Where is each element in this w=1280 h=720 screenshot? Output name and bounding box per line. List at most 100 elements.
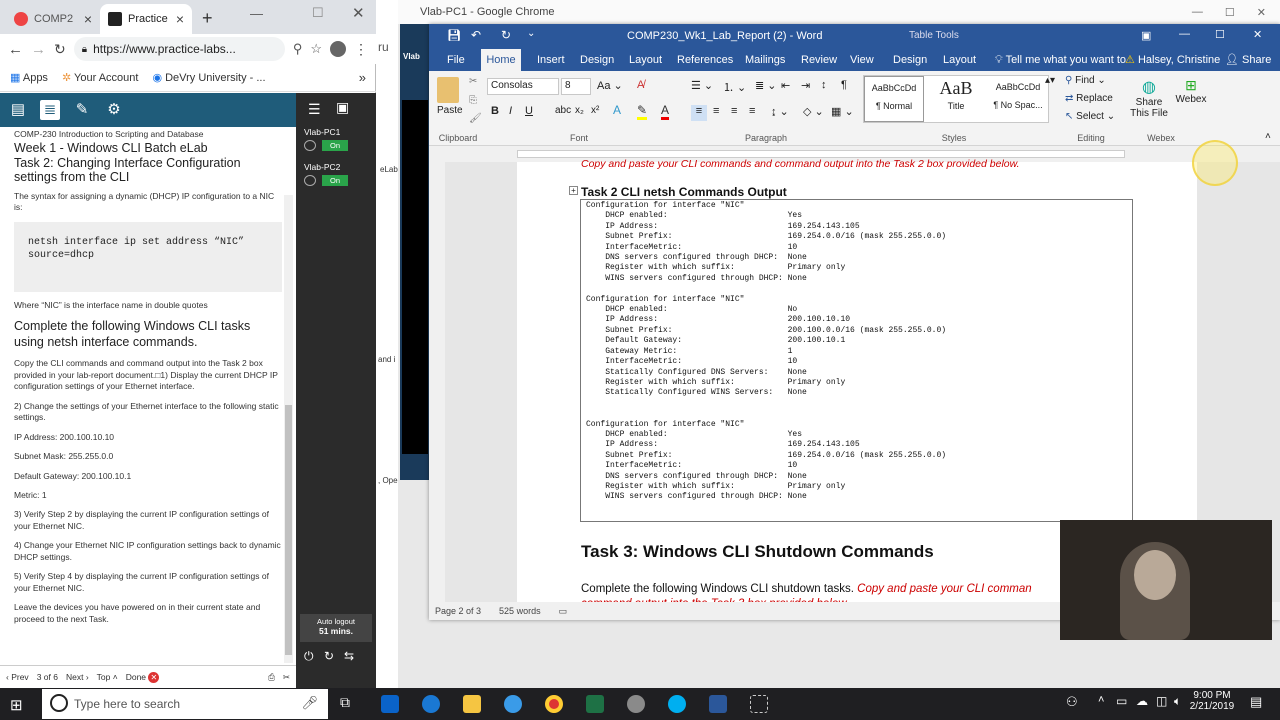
bookmark-your-account[interactable]: ✲ Your Account xyxy=(62,71,139,84)
align-center-icon[interactable]: ≡ xyxy=(713,105,719,117)
close-icon[interactable]: × xyxy=(176,11,184,27)
onedrive-icon[interactable]: ☁ xyxy=(1136,694,1148,708)
device-name[interactable]: Vlab-PC1 xyxy=(304,127,370,137)
proofing-icon[interactable]: ▭ xyxy=(559,606,568,617)
superscript-icon[interactable]: x² xyxy=(591,105,599,116)
excel-icon[interactable] xyxy=(586,695,604,713)
format-painter-icon[interactable]: 🖌︎ xyxy=(469,113,482,124)
copy-icon[interactable]: ⎘ xyxy=(469,95,477,106)
done-button[interactable]: Done ✕ xyxy=(126,671,160,683)
settings-icon[interactable]: ⚙ xyxy=(104,100,124,120)
subscript-icon[interactable]: x₂ xyxy=(575,105,584,116)
page-count[interactable]: Page 2 of 3 xyxy=(435,606,481,616)
select-button[interactable]: ↖ Select ⌄ xyxy=(1065,111,1115,122)
increase-indent-icon[interactable]: ⇥ xyxy=(801,79,810,92)
underline-icon[interactable]: U xyxy=(525,105,533,117)
people-icon[interactable]: ⚇ xyxy=(1066,694,1078,710)
multilevel-icon[interactable]: ≣ ⌄ xyxy=(755,79,777,92)
microphone-icon[interactable]: 🎤︎ xyxy=(301,695,318,711)
font-color-icon[interactable]: A xyxy=(661,103,670,120)
style-title[interactable]: AaB Title xyxy=(926,76,986,122)
tab-file[interactable]: File xyxy=(443,49,469,71)
bookmark-devry[interactable]: ◉ DeVry University - ... xyxy=(152,71,265,84)
maximize-icon[interactable]: ☐ xyxy=(312,5,324,21)
tab-practice-labs[interactable]: Practice × xyxy=(100,4,192,34)
word-count[interactable]: 525 words xyxy=(499,606,541,616)
star-icon[interactable]: ☆ xyxy=(310,41,322,57)
bookmark-apps[interactable]: ▦ Apps xyxy=(10,71,48,84)
close-icon[interactable]: × xyxy=(84,11,92,27)
share-this-file-button[interactable]: ◍ Share This File xyxy=(1129,77,1169,119)
profile-icon[interactable] xyxy=(330,41,346,57)
tab-table-design[interactable]: Design xyxy=(889,49,931,71)
hamburger-icon[interactable]: ☰ xyxy=(308,101,321,118)
tab-home[interactable]: Home xyxy=(481,49,521,71)
ribbon-options-icon[interactable]: ▣ xyxy=(1141,29,1151,42)
tool-icon[interactable] xyxy=(627,695,645,713)
taskbar-search[interactable]: Type here to search 🎤︎ xyxy=(42,689,328,719)
address-bar[interactable]: 🔒︎ https://www.practice-labs... xyxy=(73,37,285,61)
forward-icon[interactable]: → xyxy=(31,41,46,58)
highlight-icon[interactable]: ✎ xyxy=(637,103,648,120)
battery-icon[interactable]: ▭ xyxy=(1116,694,1127,708)
line-spacing-icon[interactable]: ↨ ⌄ xyxy=(771,105,789,118)
paste-button[interactable]: Paste xyxy=(437,105,463,116)
sort-icon[interactable]: ↕ xyxy=(821,79,827,91)
grow-font-icon[interactable]: Aa ⌄ xyxy=(597,79,623,92)
borders-icon[interactable]: ▦ ⌄ xyxy=(831,105,854,118)
minimize-icon[interactable]: — xyxy=(1192,6,1203,19)
new-tab-icon[interactable]: + xyxy=(202,8,213,29)
customize-icon[interactable]: ⌄ xyxy=(527,28,535,39)
scrollbar-thumb[interactable] xyxy=(285,405,292,655)
close-window-icon[interactable]: ✕ xyxy=(1253,28,1262,41)
device-name[interactable]: Vlab-PC2 xyxy=(304,162,370,172)
file-explorer-icon[interactable] xyxy=(463,695,481,713)
word-icon[interactable] xyxy=(709,695,727,713)
notifications-icon[interactable]: ▤ xyxy=(1250,694,1262,710)
more-bookmarks-icon[interactable]: » xyxy=(359,70,366,85)
text-effects-icon[interactable]: A xyxy=(613,103,621,117)
network-icon[interactable]: ⇆ xyxy=(344,649,354,663)
next-button[interactable]: Next › xyxy=(66,672,89,682)
tab-insert[interactable]: Insert xyxy=(533,49,569,71)
tab-review[interactable]: Review xyxy=(797,49,841,71)
print-icon[interactable]: ⎙ xyxy=(268,672,275,683)
align-left-icon[interactable]: ≡ xyxy=(691,105,707,121)
close-window-icon[interactable]: ✕ xyxy=(1257,6,1266,19)
book-icon[interactable]: ≣ xyxy=(40,100,60,120)
user-account[interactable]: ⚠ Halsey, Christine xyxy=(1121,49,1224,71)
bold-icon[interactable]: B xyxy=(491,105,499,117)
network-icon[interactable]: ◫ xyxy=(1156,694,1167,708)
power-icon[interactable] xyxy=(304,140,316,151)
snipping-icon[interactable] xyxy=(750,695,768,713)
find-button[interactable]: ⚲ Find ⌄ xyxy=(1065,75,1106,86)
skype-icon[interactable] xyxy=(668,695,686,713)
refresh-icon[interactable]: ↻ xyxy=(324,649,334,663)
outlook-icon[interactable] xyxy=(381,695,399,713)
devices-icon[interactable]: ▤ xyxy=(8,100,28,120)
tab-comp230[interactable]: COMP2 × xyxy=(6,4,100,34)
close-window-icon[interactable]: ✕ xyxy=(352,4,365,22)
style-no-spacing[interactable]: AaBbCcDd ¶ No Spac... xyxy=(988,76,1048,122)
tab-design[interactable]: Design xyxy=(576,49,618,71)
edge-icon[interactable] xyxy=(422,695,440,713)
show-hidden-icon[interactable]: ˄ xyxy=(1098,694,1104,706)
tab-table-layout[interactable]: Layout xyxy=(939,49,980,71)
font-name-box[interactable]: Consolas xyxy=(487,78,559,95)
justify-icon[interactable]: ≡ xyxy=(749,105,755,117)
tools-icon[interactable]: ✂ xyxy=(283,672,290,683)
maximize-icon[interactable]: ☐ xyxy=(1225,6,1235,19)
chrome-icon[interactable] xyxy=(545,695,563,713)
back-icon[interactable]: ← xyxy=(8,41,23,58)
clock[interactable]: 9:00 PM 2/21/2019 xyxy=(1188,690,1236,712)
numbering-icon[interactable]: ⒈ ⌄ xyxy=(723,79,746,95)
share-button[interactable]: 👤︎ Share xyxy=(1221,49,1275,71)
style-normal[interactable]: AaBbCcDd ¶ Normal xyxy=(864,76,924,122)
prev-button[interactable]: ‹ Prev xyxy=(6,672,29,682)
task-view-icon[interactable]: ⧉ xyxy=(340,694,350,711)
align-right-icon[interactable]: ≡ xyxy=(731,105,737,117)
strikethrough-icon[interactable]: abc xyxy=(555,105,571,116)
power-control-icon[interactable]: ⏻ xyxy=(304,649,314,664)
webex-button[interactable]: ⊞ Webex xyxy=(1173,77,1209,105)
volume-icon[interactable]: 🔈︎ xyxy=(1174,694,1181,709)
